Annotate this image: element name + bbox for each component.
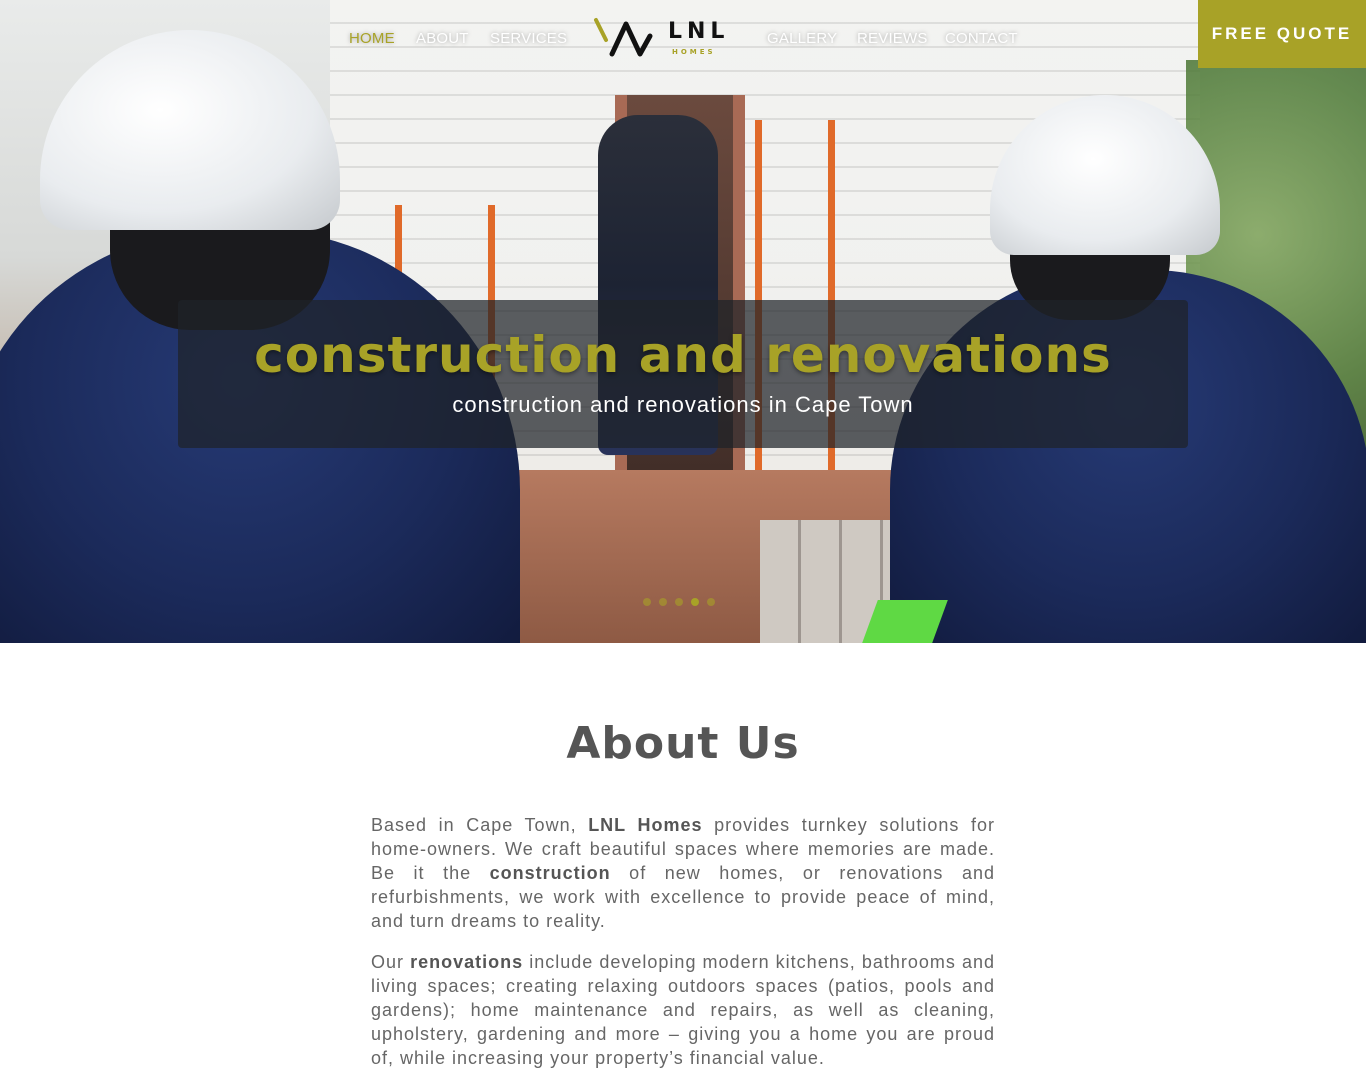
hero-title: construction and renovations [254, 326, 1112, 384]
about-p2-text-a: Our [371, 952, 411, 972]
logo-text: LNL [668, 19, 730, 44]
nav-item-services[interactable]: SERVICES [490, 30, 567, 47]
logo-subtext: HOMES [672, 48, 716, 56]
about-p1-bold-construction: construction [489, 863, 611, 883]
nav-item-contact[interactable]: CONTACT [945, 30, 1018, 47]
nav-item-gallery[interactable]: GALLERY [767, 30, 837, 47]
slider-dot-2[interactable] [659, 598, 667, 606]
about-p2-bold-renovations: renovations [410, 952, 524, 972]
about-paragraph-1: Based in Cape Town, LNL Homes provides t… [371, 813, 995, 933]
about-p1-bold-company: LNL Homes [588, 815, 703, 835]
hero-subtitle: construction and renovations in Cape Tow… [452, 392, 914, 417]
hero-banner: construction and renovations constructio… [0, 0, 1366, 643]
nav-item-about[interactable]: ABOUT [416, 30, 469, 47]
about-paragraph-2: Our renovations include developing moder… [371, 950, 995, 1070]
about-heading: About Us [566, 718, 800, 769]
slider-dot-1[interactable] [643, 598, 651, 606]
slider-dot-4[interactable] [691, 598, 699, 606]
free-quote-button[interactable]: FREE QUOTE [1198, 0, 1366, 68]
slider-dot-3[interactable] [675, 598, 683, 606]
logo-mark-icon [594, 18, 653, 57]
hero-caption-box: construction and renovations constructio… [178, 300, 1188, 448]
nav-item-reviews[interactable]: REVIEWS [857, 30, 928, 47]
site-logo[interactable]: LNL HOMES [592, 14, 742, 62]
main-nav: HOME ABOUT SERVICES LNL HOMES GALLERY RE… [0, 0, 1366, 80]
slider-dots [643, 598, 715, 606]
nav-item-home[interactable]: HOME [349, 30, 395, 47]
about-p1-text-a: Based in Cape Town, [371, 815, 589, 835]
slider-dot-5[interactable] [707, 598, 715, 606]
